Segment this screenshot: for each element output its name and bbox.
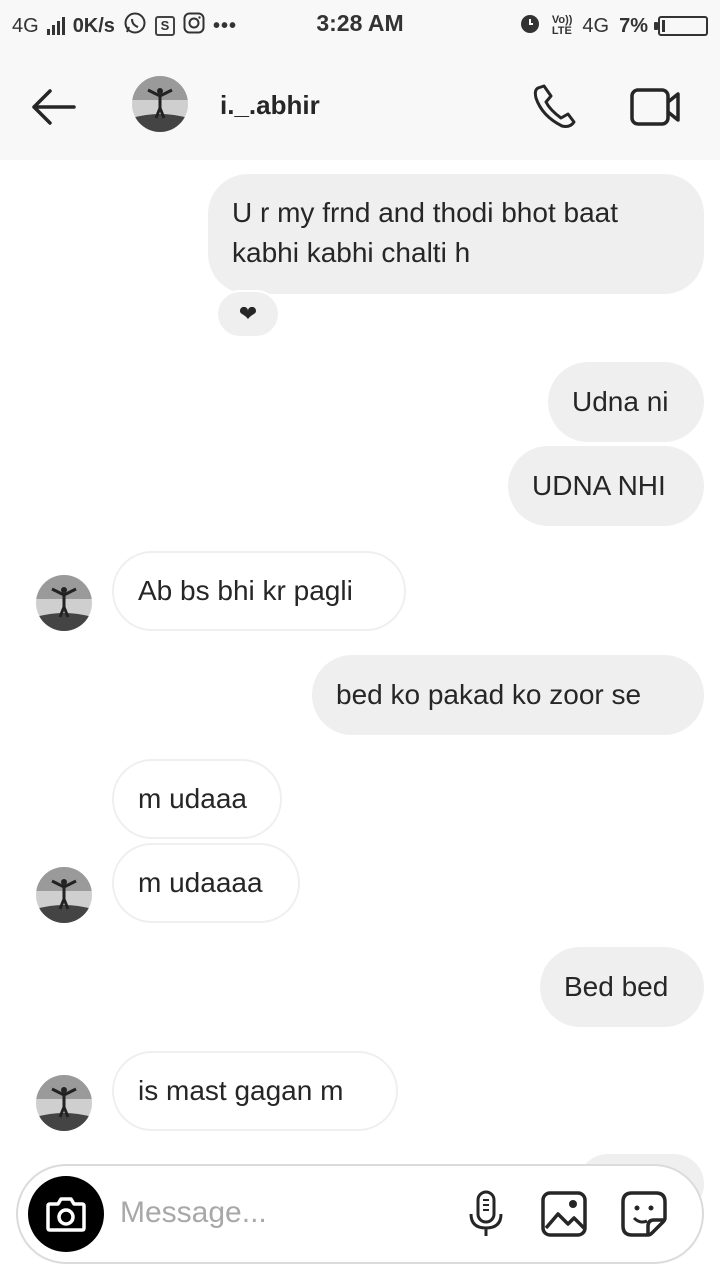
incoming-message[interactable]: is mast gagan m xyxy=(112,1051,398,1131)
volte-indicator: Vo)) LTE xyxy=(551,14,573,37)
message-text: m udaaa xyxy=(138,783,247,814)
battery-percent: 7% xyxy=(619,14,648,37)
incoming-message[interactable]: m udaaaa xyxy=(112,843,300,923)
video-camera-icon xyxy=(630,88,680,126)
message-text: Bed bed xyxy=(564,971,669,1002)
outgoing-message[interactable]: bed ko pakad ko zoor se xyxy=(312,655,704,735)
alarm-icon xyxy=(518,11,542,41)
message-text: is mast gagan m xyxy=(138,1075,344,1106)
message-text: bed ko pakad ko zoor se xyxy=(336,679,642,710)
gallery-icon xyxy=(541,1191,587,1237)
incoming-message[interactable]: Ab bs bhi kr pagli xyxy=(112,551,406,631)
video-call-button[interactable] xyxy=(628,80,684,134)
back-button[interactable] xyxy=(28,82,84,132)
message-text: Ab bs bhi kr pagli xyxy=(138,575,353,606)
sticker-icon xyxy=(621,1191,667,1237)
sender-avatar[interactable] xyxy=(36,867,92,923)
camera-button[interactable] xyxy=(28,1176,104,1252)
chat-header: i._.abhir xyxy=(0,52,720,160)
sticker-button[interactable] xyxy=(620,1190,668,1238)
camera-icon xyxy=(46,1197,86,1232)
message-input[interactable]: Message... xyxy=(120,1196,267,1230)
contact-username[interactable]: i._.abhir xyxy=(220,90,320,121)
status-bar: 4G 0K/s S ••• 3:28 AM Vo)) LTE 4G 7% xyxy=(0,0,720,52)
message-text: Udna ni xyxy=(572,386,669,417)
phone-icon xyxy=(533,84,576,128)
heart-icon: ❤ xyxy=(238,301,258,326)
incoming-message[interactable]: m udaaa xyxy=(112,759,282,839)
message-reaction[interactable]: ❤ xyxy=(216,290,280,338)
voice-message-button[interactable] xyxy=(462,1190,510,1238)
status-right: Vo)) LTE 4G 7% xyxy=(518,12,708,40)
network-right-label: 4G xyxy=(582,14,610,37)
voice-call-button[interactable] xyxy=(528,80,582,134)
outgoing-message[interactable]: Bed bed xyxy=(540,947,704,1027)
message-text: UDNA NHI xyxy=(532,470,666,501)
sender-avatar[interactable] xyxy=(36,1075,92,1131)
sender-avatar[interactable] xyxy=(36,575,92,631)
outgoing-message[interactable]: U r my frnd and thodi bhot baat kabhi ka… xyxy=(208,174,704,294)
outgoing-message[interactable]: Udna ni xyxy=(548,362,704,442)
contact-avatar[interactable] xyxy=(132,76,188,132)
message-text: m udaaaa xyxy=(138,867,263,898)
message-text: U r my frnd and thodi bhot baat kabhi ka… xyxy=(232,197,618,268)
gallery-button[interactable] xyxy=(540,1190,588,1238)
outgoing-message[interactable]: UDNA NHI xyxy=(508,446,704,526)
microphone-icon xyxy=(469,1190,503,1236)
back-arrow-icon xyxy=(32,89,76,125)
battery-icon xyxy=(654,16,708,36)
